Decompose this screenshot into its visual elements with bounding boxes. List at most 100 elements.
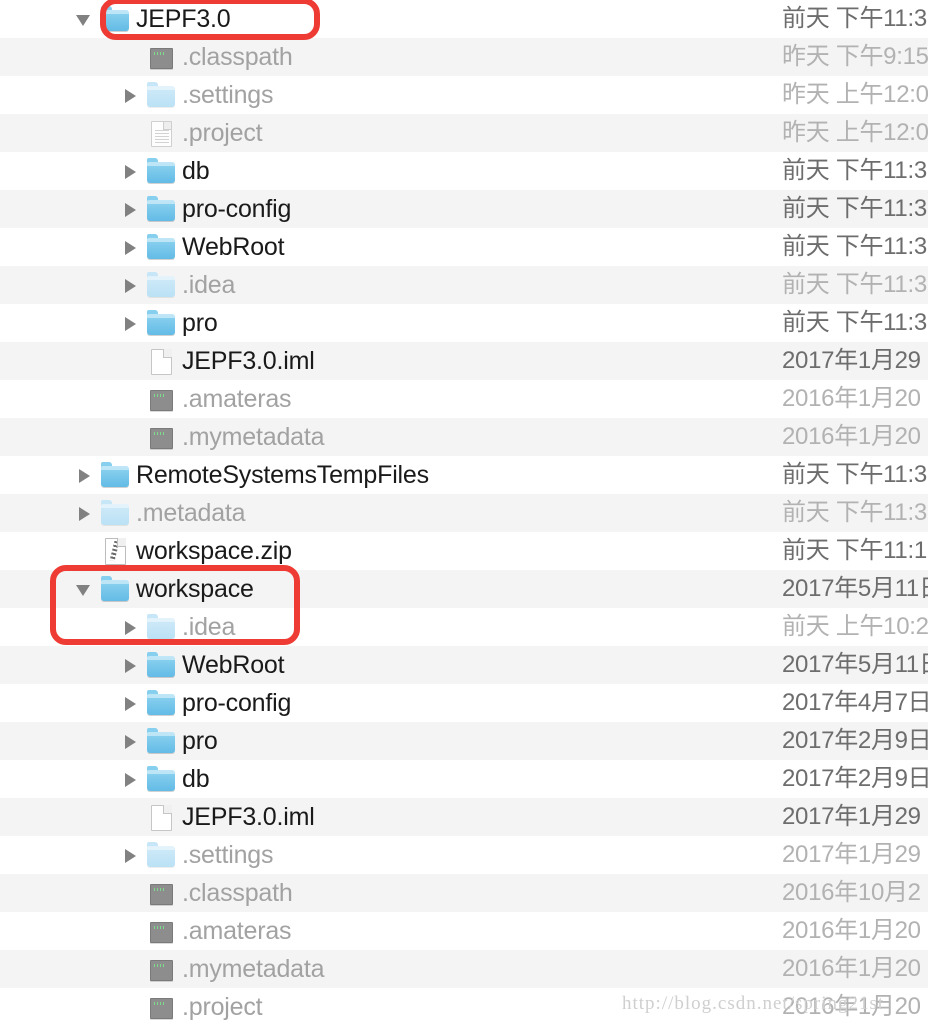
disclosure-triangle-expanded-icon[interactable]: [72, 0, 98, 38]
file-row[interactable]: .mymetadata 2016年1月20: [0, 950, 928, 988]
date-modified-label: 2016年1月20: [782, 917, 921, 944]
icon-glyph: [147, 234, 175, 259]
file-name-label: JEPF3.0.iml: [182, 347, 315, 375]
file-row[interactable]: .amateras 2016年1月20: [0, 912, 928, 950]
file-name-label: workspace: [136, 575, 254, 603]
file-row[interactable]: pro 前天 下午11:3: [0, 304, 928, 342]
file-name-cell: .settings: [118, 836, 274, 874]
file-name-cell: RemoteSystemsTempFiles: [72, 456, 429, 494]
date-modified-label: 前天 下午11:3: [782, 5, 927, 32]
folder-icon: [98, 570, 132, 608]
file-name-cell: .idea: [118, 266, 235, 304]
date-modified-label: 昨天 下午9:15: [782, 43, 928, 70]
file-row[interactable]: RemoteSystemsTempFiles 前天 下午11:3: [0, 456, 928, 494]
file-row[interactable]: .idea 前天 上午10:2: [0, 608, 928, 646]
date-modified-label: 前天 上午10:2: [782, 613, 928, 640]
date-modified-label: 2017年5月11日: [782, 651, 928, 678]
disclosure-triangle-collapsed-icon[interactable]: [118, 608, 144, 646]
file-name-label: .idea: [182, 613, 236, 641]
generic-file-icon: [144, 38, 178, 76]
file-row[interactable]: JEPF3.0.iml 2017年1月29: [0, 342, 928, 380]
file-row[interactable]: db 2017年2月9日: [0, 760, 928, 798]
icon-glyph: [147, 272, 175, 297]
icon-glyph: [101, 6, 129, 31]
disclosure-triangle-collapsed-icon[interactable]: [118, 152, 144, 190]
file-row[interactable]: pro-config 2017年4月7日: [0, 684, 928, 722]
folder-icon: [144, 608, 178, 646]
file-row[interactable]: .settings 昨天 上午12:0: [0, 76, 928, 114]
file-name-cell: pro: [118, 722, 218, 760]
icon-glyph: [150, 48, 173, 69]
disclosure-triangle-collapsed-icon[interactable]: [118, 266, 144, 304]
file-row[interactable]: .classpath 2016年10月2: [0, 874, 928, 912]
icon-glyph: [151, 121, 172, 147]
file-row[interactable]: .amateras 2016年1月20: [0, 380, 928, 418]
file-name-label: .project: [182, 993, 263, 1021]
file-row[interactable]: workspace 2017年5月11日: [0, 570, 928, 608]
file-name-cell: pro-config: [118, 684, 291, 722]
folder-icon: [144, 152, 178, 190]
date-modified-label: 前天 下午11:3: [782, 157, 927, 184]
file-name-label: .settings: [182, 841, 274, 869]
file-row[interactable]: .project 昨天 上午12:0: [0, 114, 928, 152]
file-row[interactable]: pro 2017年2月9日: [0, 722, 928, 760]
date-modified-label: 2017年1月29: [782, 803, 921, 830]
disclosure-triangle-expanded-icon[interactable]: [72, 570, 98, 608]
file-row[interactable]: .classpath 昨天 下午9:15: [0, 38, 928, 76]
disclosure-triangle-collapsed-icon[interactable]: [118, 228, 144, 266]
disclosure-triangle-collapsed-icon[interactable]: [118, 646, 144, 684]
folder-icon: [144, 266, 178, 304]
folder-icon: [98, 494, 132, 532]
file-row[interactable]: WebRoot 前天 下午11:3: [0, 228, 928, 266]
disclosure-triangle-collapsed-icon[interactable]: [118, 684, 144, 722]
disclosure-triangle-collapsed-icon[interactable]: [72, 456, 98, 494]
icon-glyph: [105, 538, 126, 565]
file-row[interactable]: .metadata 前天 下午11:3: [0, 494, 928, 532]
generic-file-icon: [144, 380, 178, 418]
disclosure-triangle-collapsed-icon[interactable]: [118, 760, 144, 798]
file-name-cell: .metadata: [72, 494, 246, 532]
file-name-cell: pro-config: [118, 190, 291, 228]
file-name-label: WebRoot: [182, 233, 285, 261]
file-row[interactable]: .mymetadata 2016年1月20: [0, 418, 928, 456]
icon-glyph: [147, 310, 175, 335]
file-row[interactable]: JEPF3.0.iml 2017年1月29: [0, 798, 928, 836]
file-row[interactable]: db 前天 下午11:3: [0, 152, 928, 190]
generic-file-icon: [144, 418, 178, 456]
disclosure-triangle-collapsed-icon[interactable]: [118, 722, 144, 760]
disclosure-triangle-collapsed-icon[interactable]: [118, 76, 144, 114]
disclosure-triangle-collapsed-icon[interactable]: [72, 494, 98, 532]
file-name-label: workspace.zip: [136, 537, 292, 565]
zip-archive-icon: [98, 532, 132, 570]
icon-glyph: [147, 766, 175, 791]
date-modified-label: 2017年4月7日: [782, 689, 928, 716]
file-name-cell: JEPF3.0: [72, 0, 231, 38]
icon-glyph: [147, 196, 175, 221]
folder-icon: [98, 0, 132, 38]
file-row[interactable]: JEPF3.0 前天 下午11:3: [0, 0, 928, 38]
file-name-cell: .project: [118, 988, 263, 1026]
date-modified-label: 前天 下午11:3: [782, 499, 927, 526]
file-browser-list[interactable]: JEPF3.0 前天 下午11:3 .classpath 昨天 下午9:15 .sett…: [0, 0, 928, 1026]
generic-file-icon: [144, 912, 178, 950]
disclosure-triangle-collapsed-icon[interactable]: [118, 190, 144, 228]
disclosure-triangle-collapsed-icon[interactable]: [118, 304, 144, 342]
icon-glyph: [151, 349, 172, 375]
file-row[interactable]: pro-config 前天 下午11:3: [0, 190, 928, 228]
file-name-cell: .project: [118, 114, 263, 152]
disclosure-triangle-collapsed-icon[interactable]: [118, 836, 144, 874]
icon-glyph: [147, 614, 175, 639]
file-row[interactable]: workspace.zip 前天 下午11:1: [0, 532, 928, 570]
file-name-cell: .mymetadata: [118, 418, 325, 456]
file-row[interactable]: WebRoot 2017年5月11日: [0, 646, 928, 684]
file-name-label: .classpath: [182, 879, 293, 907]
file-name-label: JEPF3.0.iml: [182, 803, 315, 831]
file-row[interactable]: .settings 2017年1月29: [0, 836, 928, 874]
file-row[interactable]: .idea 前天 下午11:3: [0, 266, 928, 304]
watermark-text: http://blog.csdn.net/spring21st: [622, 993, 885, 1014]
